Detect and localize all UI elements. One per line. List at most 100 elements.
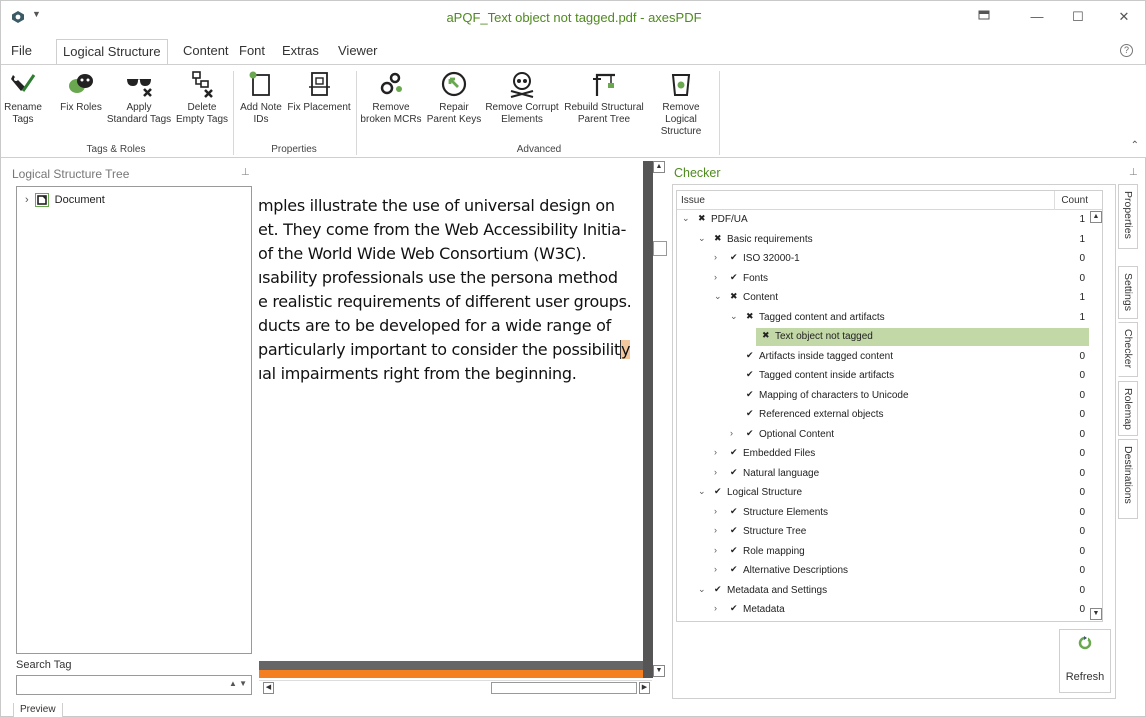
tree-node-label: Document [54,194,105,206]
scroll-thumb[interactable] [653,241,667,256]
maximize-button[interactable]: ☐ [1063,6,1093,28]
checker-row[interactable]: ⌄ ✖ Basic requirements 1 [677,230,1089,249]
chevron-down-icon[interactable]: ⌄ [698,233,706,244]
remove-corrupt-elements-button[interactable]: Remove Corrupt Elements [485,69,559,126]
tab-content[interactable]: Content [177,39,235,65]
chevron-right-icon[interactable]: › [714,252,717,262]
repair-parent-keys-button[interactable]: Repair Parent Keys [425,69,483,126]
column-divider[interactable] [1054,191,1055,210]
chevron-right-icon[interactable]: › [714,506,717,516]
structure-tree[interactable]: › Document [16,186,252,654]
rebuild-structural-parent-tree-button[interactable]: Rebuild Structural Parent Tree [560,69,648,126]
tab-font[interactable]: Font [233,39,271,65]
checker-row[interactable]: › ✔ ISO 32000-1 0 [677,249,1089,268]
checker-row[interactable]: › ✔ Embedded Files 0 [677,444,1089,463]
chevron-right-icon[interactable]: › [714,467,717,477]
side-tab-rolemap[interactable]: Rolemap [1118,381,1138,436]
remove-broken-mcrs-button[interactable]: Remove broken MCRs [359,69,423,126]
refresh-button[interactable]: Refresh [1059,629,1111,693]
tree-node-document[interactable]: › Document [25,193,105,207]
checker-row[interactable]: ✖ Text object not tagged [677,327,1089,346]
pin-icon[interactable]: ⊥ [241,167,250,178]
checker-row[interactable]: ✔ Mapping of characters to Unicode 0 [677,386,1089,405]
highlighted-text-object[interactable]: y [619,340,630,359]
horizontal-scroll-thumb[interactable] [491,682,637,694]
checker-row-count: 0 [1079,389,1085,401]
checker-row-count: 0 [1079,448,1085,459]
chevron-right-icon[interactable]: › [714,525,717,535]
checker-row[interactable]: ⌄ ✖ Content 1 [677,288,1089,307]
apply-standard-tags-button[interactable]: Apply Standard Tags [104,69,174,126]
grid-scroll-up-button[interactable]: ▲ [1090,211,1102,223]
chevron-right-icon[interactable]: › [714,272,717,282]
minimize-button[interactable]: — [1022,6,1052,28]
checker-row[interactable]: ✔ Tagged content inside artifacts 0 [677,366,1089,385]
col-count[interactable]: Count [1061,195,1088,206]
chevron-right-icon[interactable]: › [730,428,733,438]
scroll-right-button[interactable]: ▶ [639,682,650,694]
chevron-down-icon[interactable]: ⌄ [714,291,722,302]
close-button[interactable]: ✕ [1109,6,1139,28]
checker-row[interactable]: › ✔ Structure Tree 0 [677,522,1089,541]
chevron-down-icon[interactable]: ⌄ [698,486,706,497]
tab-logical-structure[interactable]: Logical Structure [56,39,168,66]
chevron-right-icon[interactable]: › [714,603,717,613]
checker-row[interactable]: ⌄ ✖ PDF/UA 1 [677,210,1089,229]
document-horizontal-scrollbar[interactable]: ◀ ▶ [259,680,652,695]
tab-file[interactable]: File [5,39,38,65]
checker-row-count: 0 [1079,428,1085,440]
chevron-right-icon[interactable]: › [714,447,717,457]
grid-scroll-down-button[interactable]: ▼ [1090,608,1102,620]
checker-row[interactable]: ✔ Referenced external objects 0 [677,405,1089,424]
checker-row-label: Logical Structure [727,487,803,498]
scroll-up-button[interactable]: ▲ [653,161,665,173]
search-nav-arrows-icon[interactable]: ▲ ▼ [229,679,247,688]
rename-tags-button[interactable]: Rename Tags [3,69,43,126]
checker-row[interactable]: › ✔ Alternative Descriptions 0 [677,561,1089,580]
checker-row[interactable]: › ✔ Natural language 0 [677,464,1089,483]
search-tag-input[interactable]: ▲ ▼ [16,675,252,695]
checker-row[interactable]: › ✔ Metadata 0 [677,600,1089,619]
scroll-left-button[interactable]: ◀ [263,682,274,694]
checker-row-count: 0 [1079,526,1085,537]
doc-text-line: ducts are to be developed for a wide ran… [259,316,611,335]
chevron-down-icon[interactable]: ⌄ [682,213,690,224]
pass-check-icon: ✔ [746,349,754,360]
pass-check-icon: ✔ [730,505,738,516]
remove-logical-structure-button[interactable]: Remove Logical Structure [647,69,715,138]
checker-row[interactable]: ⌄ ✖ Tagged content and artifacts 1 [677,308,1089,327]
chevron-down-icon[interactable]: ⌄ [698,584,706,595]
tab-extras[interactable]: Extras [276,39,325,65]
chevron-right-icon[interactable]: › [714,564,717,574]
document-vertical-scrollbar[interactable]: ▲ ▼ [643,161,665,678]
checker-row[interactable]: ⌄ ✔ Logical Structure 0 [677,483,1089,502]
checker-row[interactable]: ⌄ ✔ Metadata and Settings 0 [677,581,1089,600]
scroll-down-button[interactable]: ▼ [653,665,665,677]
side-tab-properties[interactable]: Properties [1118,184,1138,249]
side-tab-destinations[interactable]: Destinations [1118,439,1138,519]
fail-x-icon: ✖ [698,213,706,223]
fix-placement-button[interactable]: Fix Placement [287,69,351,114]
checker-row[interactable]: › ✔ Optional Content 0 [677,425,1089,444]
add-note-ids-button[interactable]: Add Note IDs [237,69,285,126]
document-view[interactable]: mples illustrate the use of universal de… [259,181,643,661]
tab-preview[interactable]: Preview [13,703,63,717]
chevron-right-icon[interactable]: › [714,545,717,555]
chevron-down-icon[interactable]: ⌄ [730,311,738,322]
chevron-right-icon[interactable]: › [25,194,29,206]
help-icon[interactable]: ? [1120,44,1133,57]
col-issue[interactable]: Issue [681,195,705,206]
tab-viewer[interactable]: Viewer [332,39,384,65]
checker-row[interactable]: › ✔ Fonts 0 [677,269,1089,288]
delete-empty-tags-button[interactable]: Delete Empty Tags [175,69,229,126]
checker-grid[interactable]: Issue Count ⌄ ✖ PDF/UA 1 ⌄ ✖ Basic requirement… [676,190,1103,622]
fix-roles-button[interactable]: Fix Roles [58,69,104,114]
collapse-ribbon-icon[interactable]: ⌃ [1131,140,1139,151]
checker-row[interactable]: › ✔ Structure Elements 0 [677,503,1089,522]
side-tab-checker[interactable]: Checker [1118,322,1138,377]
checker-row[interactable]: ✔ Artifacts inside tagged content 0 [677,347,1089,366]
restore-layout-icon[interactable] [969,6,999,28]
checker-row[interactable]: › ✔ Role mapping 0 [677,542,1089,561]
side-tab-settings[interactable]: Settings [1118,266,1138,319]
pin-icon[interactable]: ⊥ [1129,167,1138,178]
